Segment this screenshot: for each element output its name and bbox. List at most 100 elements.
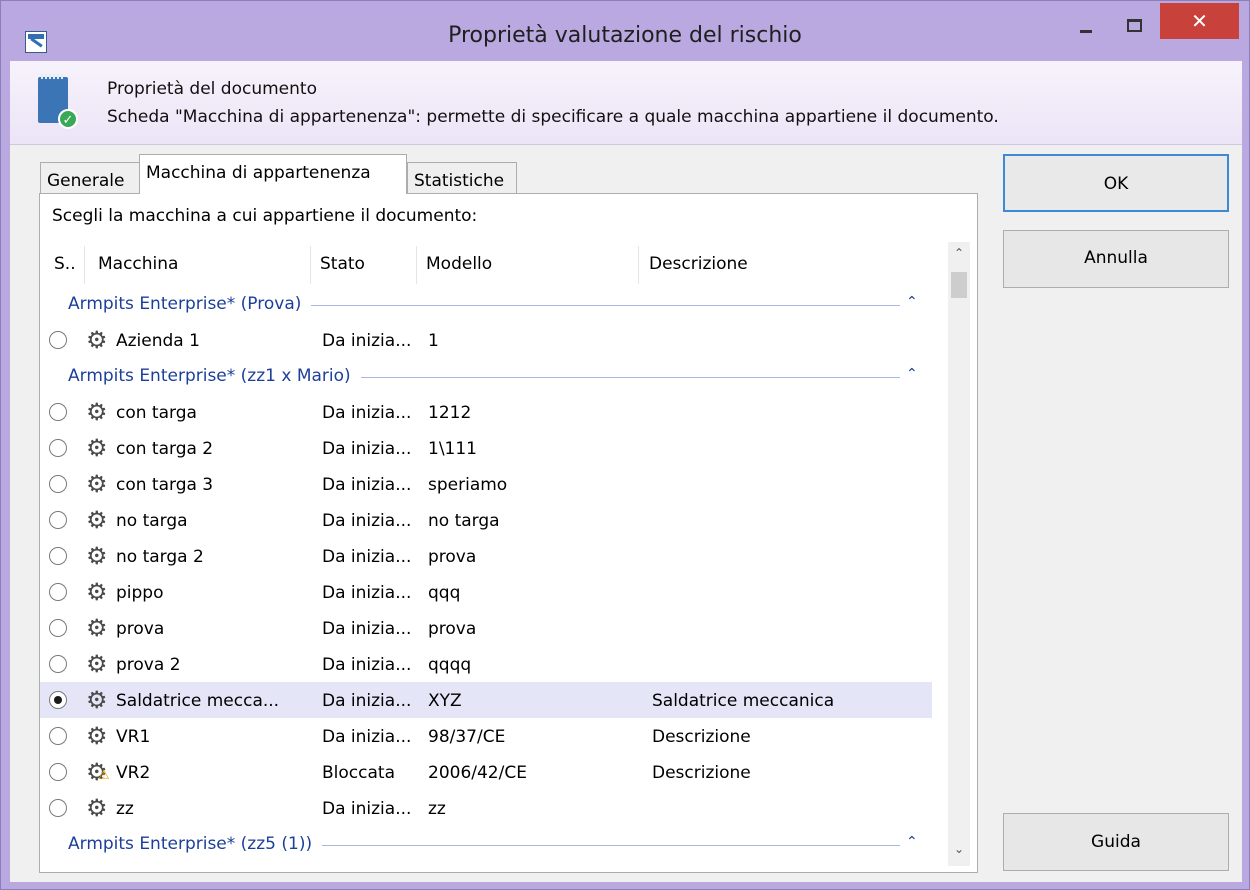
gear-icon: ⚙ — [86, 326, 108, 354]
gear-icon: ⚙ — [86, 614, 108, 642]
cell-stato: Da inizia... — [322, 799, 412, 819]
column-separator[interactable] — [416, 246, 417, 284]
column-separator[interactable] — [310, 246, 311, 284]
cell-modello: speriamo — [428, 475, 508, 495]
cancel-button[interactable]: Annulla — [1003, 230, 1229, 288]
tab-macchina-di-appartenenza[interactable]: Macchina di appartenenza — [139, 154, 407, 194]
select-radio[interactable] — [49, 799, 67, 817]
cell-descrizione: Descrizione — [652, 763, 751, 783]
table-row[interactable]: ⚙ con targa Da inizia... 1212 — [40, 394, 932, 430]
column-separator[interactable] — [638, 246, 639, 284]
tab-panel: Scegli la macchina a cui appartiene il d… — [39, 193, 978, 873]
vertical-scrollbar[interactable]: ⌃ ⌄ — [948, 242, 970, 866]
table-row[interactable]: ⚙ prova 2 Da inizia... qqqq — [40, 646, 932, 682]
table-row[interactable]: ⚙ pippo Da inizia... qqq — [40, 574, 932, 610]
group-label: Armpits Enterprise* (zz1 x Mario) — [68, 366, 361, 386]
column-header-macchina[interactable]: Macchina — [98, 254, 178, 274]
cell-modello: zz — [428, 799, 446, 819]
table-row[interactable]: ⚙ con targa 2 Da inizia... 1\111 — [40, 430, 932, 466]
tab-statistiche[interactable]: Statistiche — [407, 162, 517, 196]
gear-icon: ⚙ — [86, 542, 108, 570]
table-row[interactable]: ⚙ zz Da inizia... zz — [40, 790, 932, 826]
cell-modello: no targa — [428, 511, 500, 531]
gear-icon: ⚙ — [86, 398, 108, 426]
cell-descrizione: Descrizione — [652, 727, 751, 747]
table-row[interactable]: ⚙ ⚠ VR2 Bloccata 2006/42/CE Descrizione — [40, 754, 932, 790]
select-radio[interactable] — [49, 655, 67, 673]
select-radio[interactable] — [49, 547, 67, 565]
help-button[interactable]: Guida — [1003, 813, 1229, 871]
cell-macchina: VR1 — [116, 727, 151, 747]
gear-icon: ⚙ — [86, 686, 108, 714]
cell-macchina: prova 2 — [116, 655, 181, 675]
dialog-content: Generale Macchina di appartenenza Statis… — [10, 145, 1242, 882]
cell-modello: XYZ — [428, 691, 462, 711]
table-row[interactable]: ⚙ prova Da inizia... prova — [40, 610, 932, 646]
cell-macchina: con targa 3 — [116, 475, 214, 495]
cell-stato: Da inizia... — [322, 691, 412, 711]
select-radio[interactable] — [49, 439, 67, 457]
select-radio[interactable] — [49, 727, 67, 745]
collapse-chevron-up-icon[interactable]: ⌃ — [906, 834, 918, 850]
table-row[interactable]: ⚙ con targa 3 Da inizia... speriamo — [40, 466, 932, 502]
minimize-button[interactable] — [1063, 3, 1109, 47]
warning-icon: ⚠ — [98, 768, 110, 783]
tab-generale[interactable]: Generale — [40, 162, 140, 196]
select-radio[interactable] — [49, 691, 67, 709]
table-row[interactable]: ⚙ no targa Da inizia... no targa — [40, 502, 932, 538]
select-radio[interactable] — [49, 331, 67, 349]
cell-stato: Da inizia... — [322, 727, 412, 747]
column-header-modello[interactable]: Modello — [426, 254, 492, 274]
maximize-button[interactable] — [1111, 3, 1157, 47]
cell-stato: Da inizia... — [322, 439, 412, 459]
select-radio[interactable] — [49, 511, 67, 529]
cell-stato: Da inizia... — [322, 547, 412, 567]
group-label: Armpits Enterprise* (Prova) — [68, 294, 312, 314]
table-row[interactable]: ⚙ no targa 2 Da inizia... prova — [40, 538, 932, 574]
scroll-up-arrow-icon[interactable]: ⌃ — [948, 246, 970, 266]
scroll-down-arrow-icon[interactable]: ⌄ — [948, 842, 970, 862]
gear-icon: ⚙ — [86, 650, 108, 678]
select-radio[interactable] — [49, 583, 67, 601]
table-row[interactable]: ⚙ Saldatrice mecca... Da inizia... XYZ Salda… — [40, 682, 932, 718]
select-radio[interactable] — [49, 763, 67, 781]
scroll-thumb[interactable] — [951, 272, 967, 298]
gear-icon: ⚙ — [86, 470, 108, 498]
close-button[interactable]: ✕ — [1160, 3, 1239, 39]
check-icon: ✓ — [58, 109, 78, 129]
group-header[interactable]: Armpits Enterprise* (zz1 x Mario) ⌃ — [40, 358, 948, 394]
group-header[interactable]: Armpits Enterprise* (Prova) ⌃ — [40, 286, 948, 322]
cell-stato: Da inizia... — [322, 331, 412, 351]
group-label: Armpits Enterprise* (zz5 (1)) — [68, 834, 323, 854]
title-bar[interactable]: Proprietà valutazione del rischio ✕ — [1, 1, 1249, 61]
collapse-chevron-up-icon[interactable]: ⌃ — [906, 366, 918, 382]
select-radio[interactable] — [49, 619, 67, 637]
cell-modello: prova — [428, 547, 477, 567]
minimize-icon — [1080, 29, 1092, 33]
column-header-stato[interactable]: Stato — [320, 254, 365, 274]
cell-modello: qqqq — [428, 655, 472, 675]
column-header-descrizione[interactable]: Descrizione — [649, 254, 748, 274]
close-icon: ✕ — [1191, 9, 1208, 33]
select-radio[interactable] — [49, 475, 67, 493]
cell-macchina: Azienda 1 — [116, 331, 200, 351]
cell-stato: Da inizia... — [322, 583, 412, 603]
collapse-chevron-up-icon[interactable]: ⌃ — [906, 294, 918, 310]
cell-modello: 1212 — [428, 403, 472, 423]
column-separator[interactable] — [84, 246, 85, 284]
maximize-icon — [1126, 18, 1142, 32]
gear-icon: ⚙ — [86, 794, 108, 822]
column-header-select[interactable]: S.. — [54, 254, 76, 274]
cell-macchina: Saldatrice mecca... — [116, 691, 280, 711]
cell-modello: 1\111 — [428, 439, 477, 459]
cell-macchina: VR2 — [116, 763, 151, 783]
cell-modello: 98/37/CE — [428, 727, 506, 747]
cell-macchina: con targa — [116, 403, 197, 423]
table-row[interactable]: ⚙ VR1 Da inizia... 98/37/CE Descrizione — [40, 718, 932, 754]
table-row[interactable]: ⚙ Azienda 1 Da inizia... 1 — [40, 322, 932, 358]
select-radio[interactable] — [49, 403, 67, 421]
cell-macchina: no targa 2 — [116, 547, 204, 567]
cell-macchina: zz — [116, 799, 134, 819]
group-header[interactable]: Armpits Enterprise* (zz5 (1)) ⌃ — [40, 826, 948, 862]
ok-button[interactable]: OK — [1003, 154, 1229, 212]
